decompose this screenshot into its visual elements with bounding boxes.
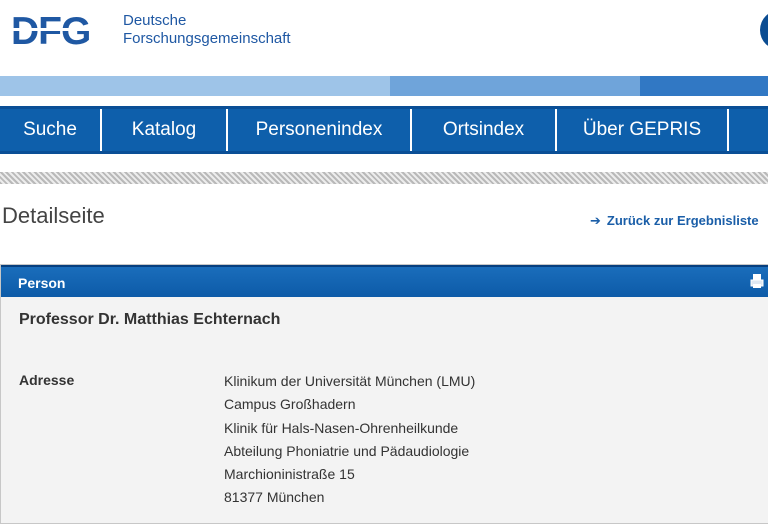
nav-item-personenindex[interactable]: Personenindex [228, 109, 412, 151]
nav-item-suche[interactable]: Suche [0, 109, 102, 151]
header-band-light [0, 76, 390, 96]
nav-item-ortsindex[interactable]: Ortsindex [412, 109, 557, 151]
header-band-medium [390, 76, 640, 96]
address-line: 81377 München [224, 489, 325, 506]
org-name-line2: Forschungsgemeinschaft [123, 30, 291, 47]
address-line: Klinik für Hals-Nasen-Ohrenheilkunde [224, 419, 459, 436]
main-navigation: Suche Katalog Personenindex Ortsindex Üb… [0, 106, 768, 154]
address-line: Abteilung Phoniatrie und Pädaudiologie [224, 442, 470, 459]
back-link-label: Zurück zur Ergebnisliste [606, 213, 759, 228]
org-name-line1: Deutsche [123, 12, 187, 29]
panel-title: Person [18, 275, 66, 291]
address-block: Klinikum der Universität München (LMU) C… [224, 370, 475, 510]
person-panel: Person Professor Dr. Matthias Echternach… [0, 264, 768, 524]
person-name: Professor Dr. Matthias Echternach [19, 311, 281, 328]
page-title: Detailseite [2, 203, 105, 228]
nav-item-overflow[interactable] [729, 109, 768, 151]
address-line: Klinikum der Universität München (LMU) [224, 373, 476, 389]
address-line: Marchioninistraße 15 [224, 466, 355, 483]
header-band-dark [640, 76, 768, 96]
globe-logo-icon [760, 10, 768, 50]
address-label: Adresse [19, 372, 75, 388]
nav-item-ueber-gepris[interactable]: Über GEPRIS [557, 109, 729, 151]
dfg-logo[interactable]: DFG [11, 13, 109, 47]
organization-name: Deutsche Forschungsgemeinschaft [123, 12, 291, 48]
back-to-results-link[interactable]: ➔ Zurück zur Ergebnisliste [590, 213, 759, 229]
nav-item-katalog[interactable]: Katalog [102, 109, 228, 151]
hatched-divider [0, 172, 768, 184]
panel-header: Person [1, 265, 768, 297]
address-line: Campus Großhadern [224, 396, 356, 413]
arrow-right-icon: ➔ [590, 213, 601, 228]
printer-icon[interactable] [750, 273, 764, 289]
